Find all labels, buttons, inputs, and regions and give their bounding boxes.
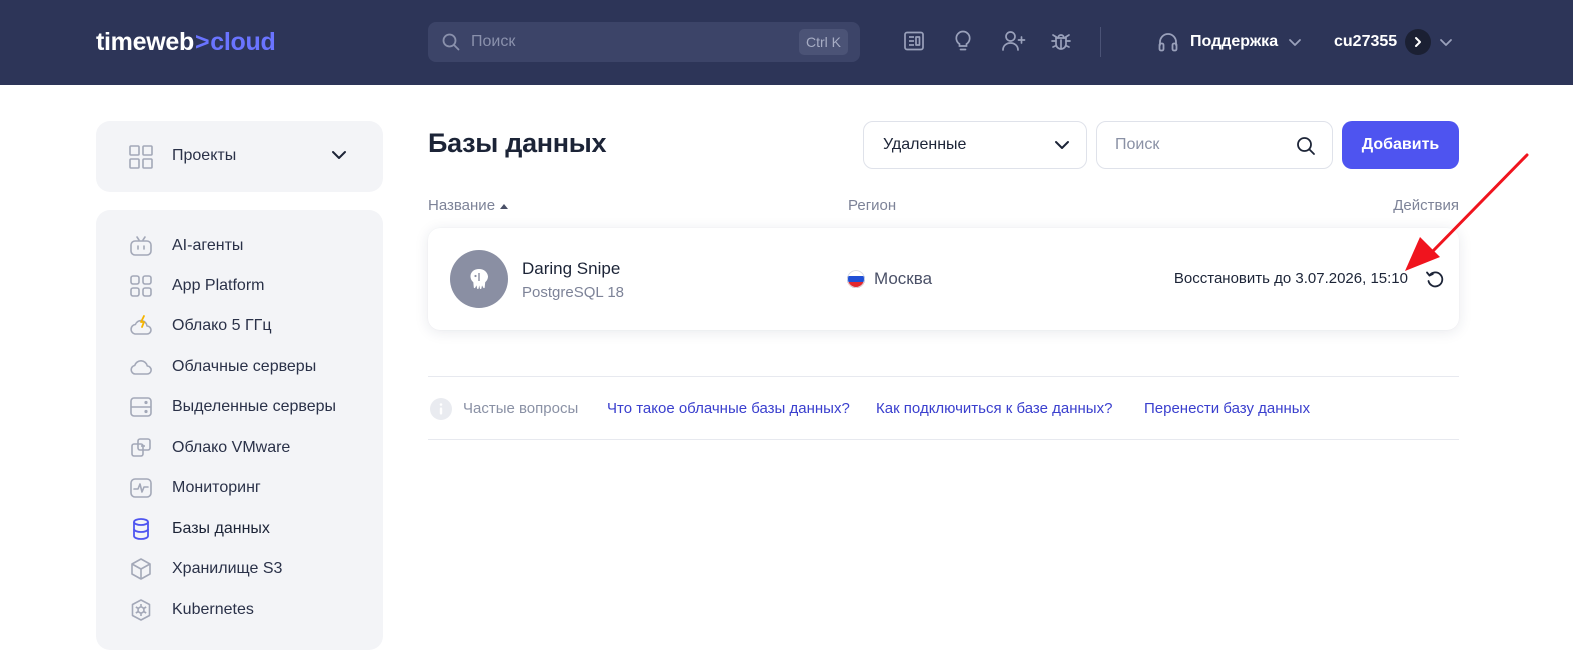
sidebar-item-label: Облако VMware	[172, 439, 291, 456]
chevron-down-icon	[1288, 37, 1302, 47]
sidebar-item-label: Выделенные серверы	[172, 398, 337, 415]
sidebar-item-label: Облачные серверы	[172, 358, 317, 375]
chevron-right-icon[interactable]	[1405, 29, 1432, 55]
region-label: Москва	[874, 269, 933, 288]
database-engine: PostgreSQL 18	[522, 284, 625, 301]
sidebar-item-label: Облако 5 ГГц	[172, 317, 272, 334]
sidebar-item-label: Хранилище S3	[172, 560, 283, 577]
sidebar-item-label: Базы данных	[172, 520, 270, 537]
account-id: cu27355	[1334, 33, 1398, 50]
restore-icon[interactable]	[1424, 268, 1446, 290]
sidebar-item-dedicated-servers[interactable]: Выделенные серверы	[129, 395, 336, 419]
column-header-actions: Действия	[1393, 197, 1459, 214]
sidebar-item-label: Kubernetes	[172, 601, 254, 618]
faq-bar: Частые вопросы Что такое облачные базы д…	[428, 376, 1459, 440]
sidebar-item-cloud-5ghz[interactable]: Облако 5 ГГц	[129, 314, 271, 338]
logo-separator: >	[194, 27, 210, 56]
sidebar-item-vmware[interactable]: Облако VMware	[129, 436, 290, 460]
account-menu[interactable]: cu27355	[1334, 28, 1453, 56]
cloud-icon	[129, 355, 153, 379]
global-search-input[interactable]: Поиск Ctrl K	[428, 22, 860, 62]
page-title: Базы данных	[428, 128, 607, 158]
vmware-icon	[129, 436, 153, 460]
sidebar-item-label: Мониторинг	[172, 479, 261, 496]
projects-grid-icon	[129, 145, 153, 169]
bug-icon[interactable]	[1049, 29, 1073, 53]
headset-icon	[1156, 30, 1180, 54]
status-filter-select[interactable]: Удаленные	[863, 121, 1087, 169]
lightbulb-icon[interactable]	[951, 29, 975, 53]
docs-icon[interactable]	[902, 29, 926, 53]
database-name[interactable]: Daring Snipe	[522, 259, 620, 279]
projects-label: Проекты	[172, 147, 237, 164]
chevron-down-icon	[1439, 37, 1453, 47]
column-header-region: Регион	[848, 197, 897, 214]
robot-icon	[129, 234, 153, 258]
sidebar-item-ai-agents[interactable]: AI-агенты	[129, 234, 243, 258]
database-row[interactable]: Daring Snipe PostgreSQL 18 Москва Восста…	[428, 228, 1459, 330]
monitoring-icon	[129, 476, 153, 500]
database-search-input[interactable]: Поиск	[1096, 121, 1333, 169]
apps-grid-icon	[129, 274, 153, 298]
chevron-down-icon	[1054, 139, 1070, 151]
sidebar-item-monitoring[interactable]: Мониторинг	[129, 476, 261, 500]
sort-ascending-icon	[499, 202, 509, 210]
russia-flag-icon	[847, 270, 865, 288]
database-search-placeholder: Поиск	[1115, 136, 1160, 153]
database-region: Москва	[847, 269, 932, 289]
storage-cube-icon	[129, 557, 153, 581]
sidebar-item-kubernetes[interactable]: Kubernetes	[129, 598, 254, 622]
kubernetes-icon	[129, 598, 153, 622]
global-search-placeholder: Поиск	[471, 33, 516, 50]
info-icon	[429, 397, 453, 421]
projects-dropdown[interactable]: Проекты	[96, 121, 383, 192]
top-bar: timeweb > cloud Поиск Ctrl K Поддержка c…	[0, 0, 1573, 85]
restore-deadline-text: Восстановить до 3.07.2026, 15:10	[1173, 270, 1408, 287]
logo-text-cloud: cloud	[210, 27, 276, 56]
add-user-icon[interactable]	[1001, 29, 1027, 53]
sidebar-item-app-platform[interactable]: App Platform	[129, 274, 264, 298]
column-header-name[interactable]: Название	[428, 197, 509, 214]
sidebar-item-label: App Platform	[172, 277, 265, 294]
search-shortcut-badge: Ctrl K	[799, 29, 848, 55]
logo-text-timeweb: timeweb	[96, 27, 194, 56]
search-icon	[1296, 136, 1316, 156]
faq-link-how-to-connect[interactable]: Как подключиться к базе данных?	[876, 400, 1112, 417]
column-header-name-label: Название	[428, 197, 496, 214]
cloud-lightning-icon	[129, 314, 153, 338]
chevron-down-icon	[331, 149, 347, 161]
postgresql-elephant-icon	[450, 250, 508, 308]
faq-label: Частые вопросы	[463, 400, 579, 417]
status-filter-value: Удаленные	[883, 136, 967, 153]
faq-link-what-are-cloud-databases[interactable]: Что такое облачные базы данных?	[607, 400, 850, 417]
sidebar-item-databases[interactable]: Базы данных	[129, 517, 270, 541]
sidebar-item-cloud-servers[interactable]: Облачные серверы	[129, 355, 316, 379]
faq-link-migrate-database[interactable]: Перенести базу данных	[1144, 400, 1310, 417]
server-icon	[129, 395, 153, 419]
header-divider	[1100, 27, 1101, 57]
support-label: Поддержка	[1190, 33, 1279, 50]
database-icon	[129, 517, 153, 541]
search-icon	[442, 33, 460, 51]
sidebar-item-label: AI-агенты	[172, 237, 244, 254]
sidebar-item-s3-storage[interactable]: Хранилище S3	[129, 557, 282, 581]
support-menu[interactable]: Поддержка	[1156, 29, 1302, 55]
sidebar-nav: AI-агенты App Platform Облако 5 ГГц Обла…	[96, 210, 383, 650]
logo[interactable]: timeweb > cloud	[96, 26, 276, 58]
add-database-button[interactable]: Добавить	[1342, 121, 1459, 169]
